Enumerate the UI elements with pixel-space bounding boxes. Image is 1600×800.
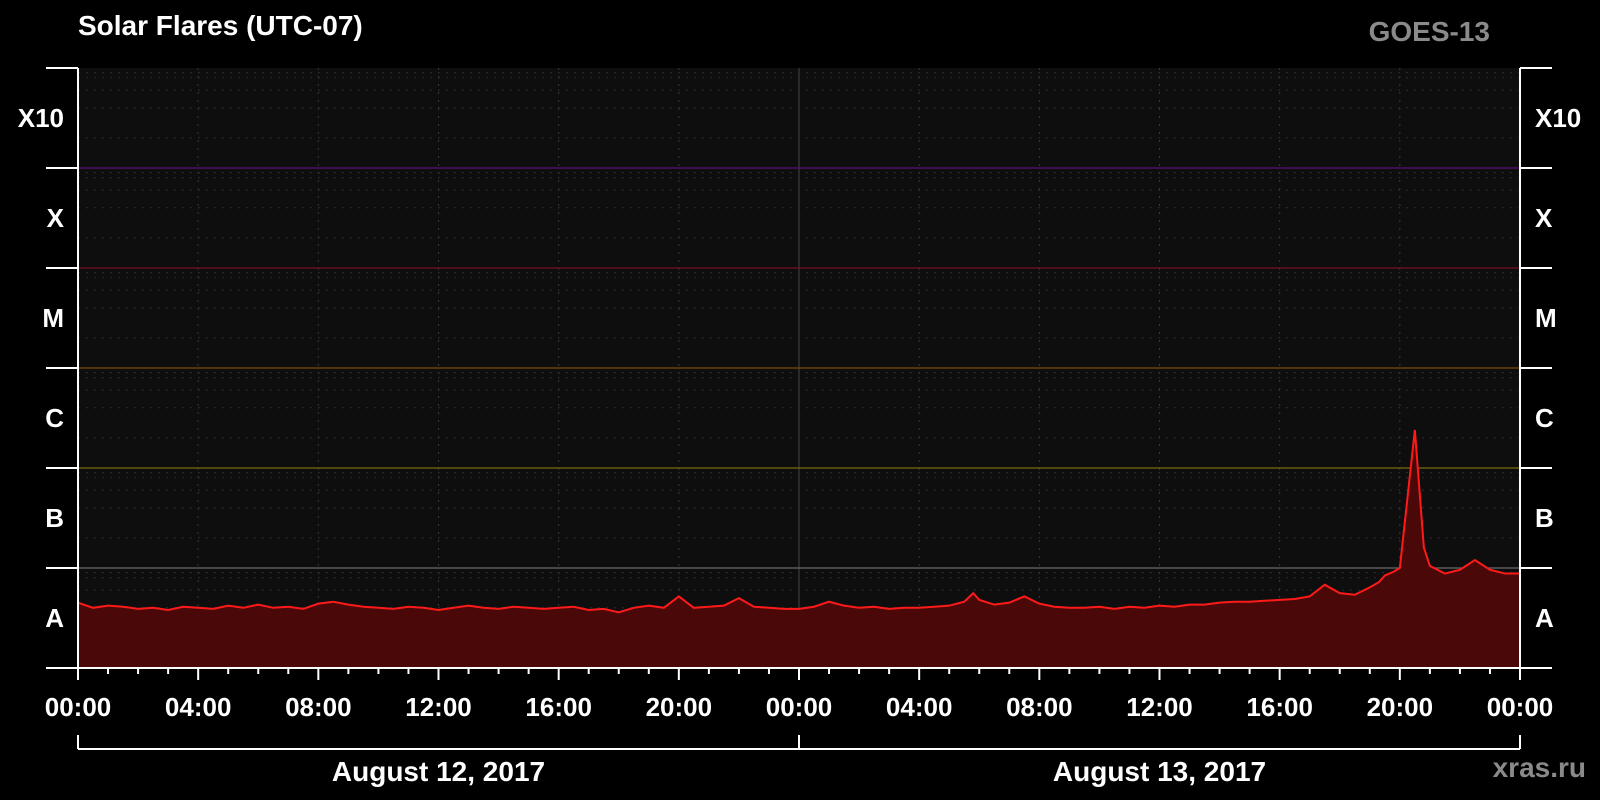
y-class-label-left: M [42,303,64,333]
y-class-label-right: C [1535,403,1554,433]
y-class-label-right: M [1535,303,1557,333]
x-tick-label: 16:00 [525,692,592,722]
x-tick-label: 04:00 [165,692,232,722]
x-tick-label: 12:00 [1126,692,1193,722]
y-class-label-left: A [45,603,64,633]
x-tick-label: 20:00 [646,692,713,722]
y-class-label-left: X [47,203,65,233]
x-tick-label: 08:00 [285,692,352,722]
x-tick-label: 16:00 [1246,692,1313,722]
y-class-label-left: C [45,403,64,433]
x-tick-label: 20:00 [1367,692,1434,722]
y-class-label-right: B [1535,503,1554,533]
y-class-label-right: X10 [1535,103,1581,133]
y-class-label-right: X [1535,203,1553,233]
x-tick-label: 04:00 [886,692,953,722]
x-tick-label: 00:00 [1487,692,1554,722]
y-class-label-left: X10 [18,103,64,133]
date-label: August 12, 2017 [332,756,545,787]
flare-chart: A A B B C C M M X X X10 X10 00:00 04:00 08:00 12:00 16:… [18,67,1581,787]
x-tick-label: 08:00 [1006,692,1073,722]
x-tick-label: 12:00 [405,692,472,722]
date-label: August 13, 2017 [1053,756,1266,787]
y-class-label-right: A [1535,603,1554,633]
y-class-label-left: B [45,503,64,533]
x-tick-label: 00:00 [766,692,833,722]
x-tick-label: 00:00 [45,692,112,722]
